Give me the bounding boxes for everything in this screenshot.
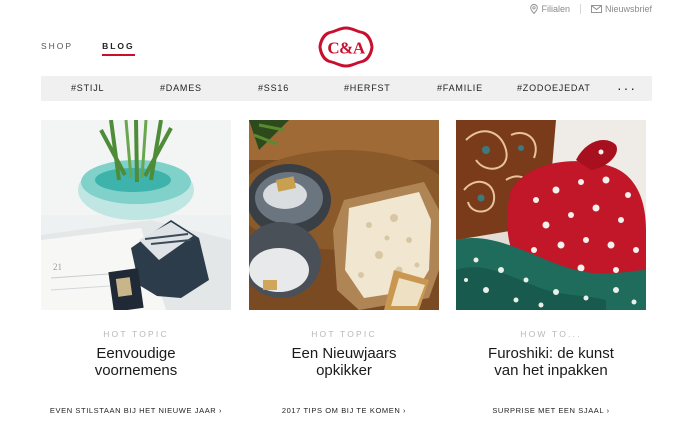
more-tags-button[interactable]: ··· xyxy=(617,76,637,101)
article-link[interactable]: 2017 TIPS OM BIJ TE KOMEN › xyxy=(239,406,449,415)
stores-link[interactable]: Filialen xyxy=(530,4,570,14)
article-category: HOW TO... xyxy=(520,329,582,339)
tag-familie[interactable]: #FAMILIE xyxy=(437,76,483,101)
envelope-icon xyxy=(591,5,602,13)
newsletter-link[interactable]: Nieuwsbrief xyxy=(591,4,652,14)
article-link[interactable]: SURPRISE MET EEN SJAAL › xyxy=(446,406,656,415)
tag-dames[interactable]: #DAMES xyxy=(160,76,202,101)
nav-shop[interactable]: SHOP xyxy=(41,41,73,56)
tag-stijl[interactable]: #STIJL xyxy=(71,76,104,101)
logo-text: C&A xyxy=(327,39,365,58)
article-title[interactable]: Furoshiki: de kunst van het inpakken xyxy=(456,345,646,379)
article-image-calendar[interactable]: 21 xyxy=(41,120,231,310)
article-category: HOT TOPIC xyxy=(103,329,169,339)
tag-zodoejedat[interactable]: #ZODOEJEDAT xyxy=(517,76,591,101)
hashtag-bar: #STIJL #DAMES #SS16 #HERFST #FAMILIE #ZO… xyxy=(41,76,652,101)
article-image-wrapped-gift[interactable] xyxy=(456,120,646,310)
article-title-line: Eenvoudige xyxy=(96,345,176,362)
article-category: HOT TOPIC xyxy=(311,329,377,339)
newsletter-label: Nieuwsbrief xyxy=(604,4,652,14)
nav-blog[interactable]: BLOG xyxy=(102,41,135,56)
article-title[interactable]: Eenvoudige voornemens xyxy=(41,345,231,379)
stores-label: Filialen xyxy=(541,4,570,14)
utility-bar: Filialen Nieuwsbrief xyxy=(530,4,652,14)
article-title-line: voornemens xyxy=(94,362,178,379)
brand-logo-mark: C&A xyxy=(318,26,374,68)
tag-herfst[interactable]: #HERFST xyxy=(344,76,391,101)
article-card-new-year-boost: HOT TOPIC Een Nieuwjaars opkikker 2017 T… xyxy=(249,120,439,415)
article-title-line: opkikker xyxy=(316,362,372,379)
article-title-line: van het inpakken xyxy=(494,362,608,379)
main-nav: SHOP BLOG xyxy=(41,41,135,56)
article-title-line: Furoshiki: de kunst xyxy=(488,345,614,362)
svg-text:21: 21 xyxy=(53,262,62,272)
article-link[interactable]: EVEN STILSTAAN BIJ HET NIEUWE JAAR › xyxy=(31,406,241,415)
article-title[interactable]: Een Nieuwjaars opkikker xyxy=(249,345,439,379)
article-image-herring-bread[interactable] xyxy=(249,120,439,310)
article-card-furoshiki: HOW TO... Furoshiki: de kunst van het in… xyxy=(456,120,646,415)
article-title-line: Een Nieuwjaars xyxy=(291,345,397,362)
utility-divider xyxy=(579,4,581,14)
tag-ss16[interactable]: #SS16 xyxy=(258,76,289,101)
article-card-resolutions: 21 HOT TOPIC Eenvoudige voornemens EVEN … xyxy=(41,120,231,415)
location-pin-icon xyxy=(530,4,539,14)
brand-logo[interactable]: C&A xyxy=(316,25,376,69)
